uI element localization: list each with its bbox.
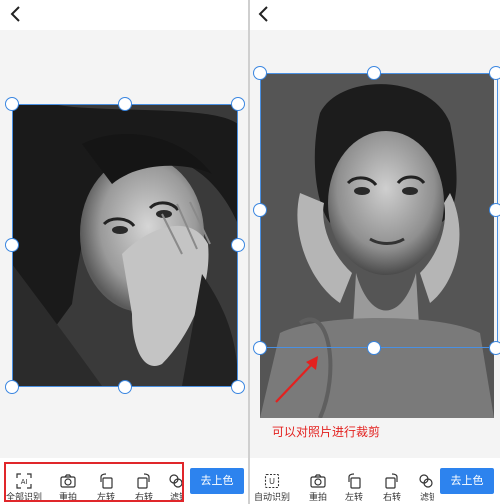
colorize-button[interactable]: 去上色: [190, 468, 244, 494]
crop-handle-right[interactable]: [489, 203, 500, 217]
crop-handle-top-right[interactable]: [231, 97, 245, 111]
crop-handle-bottom[interactable]: [367, 341, 381, 355]
auto-scan-icon: U: [264, 473, 280, 489]
svg-text:U: U: [269, 477, 275, 486]
retake-button[interactable]: 重拍: [300, 463, 336, 502]
crop-handle-top-right[interactable]: [489, 66, 500, 80]
rotate-left-button[interactable]: 左转: [336, 463, 372, 502]
crop-handle-top-left[interactable]: [5, 97, 19, 111]
rotate-left-icon: [346, 473, 362, 489]
auto-recognize-button[interactable]: U 自动识别: [254, 463, 291, 502]
filter-button[interactable]: 滤镜: [410, 463, 434, 501]
crop-handle-right[interactable]: [231, 238, 245, 252]
tool-label: 右转: [382, 492, 401, 502]
filter-icon: [418, 473, 434, 489]
camera-icon: [310, 473, 326, 489]
annotation-arrow-icon: [275, 356, 318, 403]
left-screen: AI 全部识别 重拍 左转 右转 滤 去上色: [0, 0, 248, 504]
tool-label: 自动识别: [254, 492, 291, 502]
crop-handle-bottom-right[interactable]: [231, 380, 245, 394]
crop-frame[interactable]: [260, 73, 498, 348]
crop-handle-top[interactable]: [367, 66, 381, 80]
crop-handle-bottom-left[interactable]: [5, 380, 19, 394]
crop-handle-top[interactable]: [118, 97, 132, 111]
crop-annotation-text: 可以对照片进行裁剪: [272, 425, 381, 439]
chevron-left-icon[interactable]: [6, 4, 26, 24]
crop-frame[interactable]: [12, 104, 238, 387]
chevron-left-icon[interactable]: [254, 4, 274, 24]
toolbar-highlight-box: [4, 462, 184, 502]
crop-handle-bottom-left[interactable]: [253, 341, 267, 355]
rotate-right-button[interactable]: 右转: [374, 463, 410, 502]
colorize-button[interactable]: 去上色: [440, 468, 494, 494]
rotate-right-icon: [384, 473, 400, 489]
crop-handle-bottom[interactable]: [118, 380, 132, 394]
crop-handle-bottom-right[interactable]: [489, 341, 500, 355]
tool-label: 重拍: [308, 492, 327, 502]
crop-handle-left[interactable]: [5, 238, 19, 252]
crop-handle-top-left[interactable]: [253, 66, 267, 80]
tool-label: 滤镜: [420, 492, 434, 501]
tool-label: 左转: [344, 492, 363, 502]
crop-handle-left[interactable]: [253, 203, 267, 217]
